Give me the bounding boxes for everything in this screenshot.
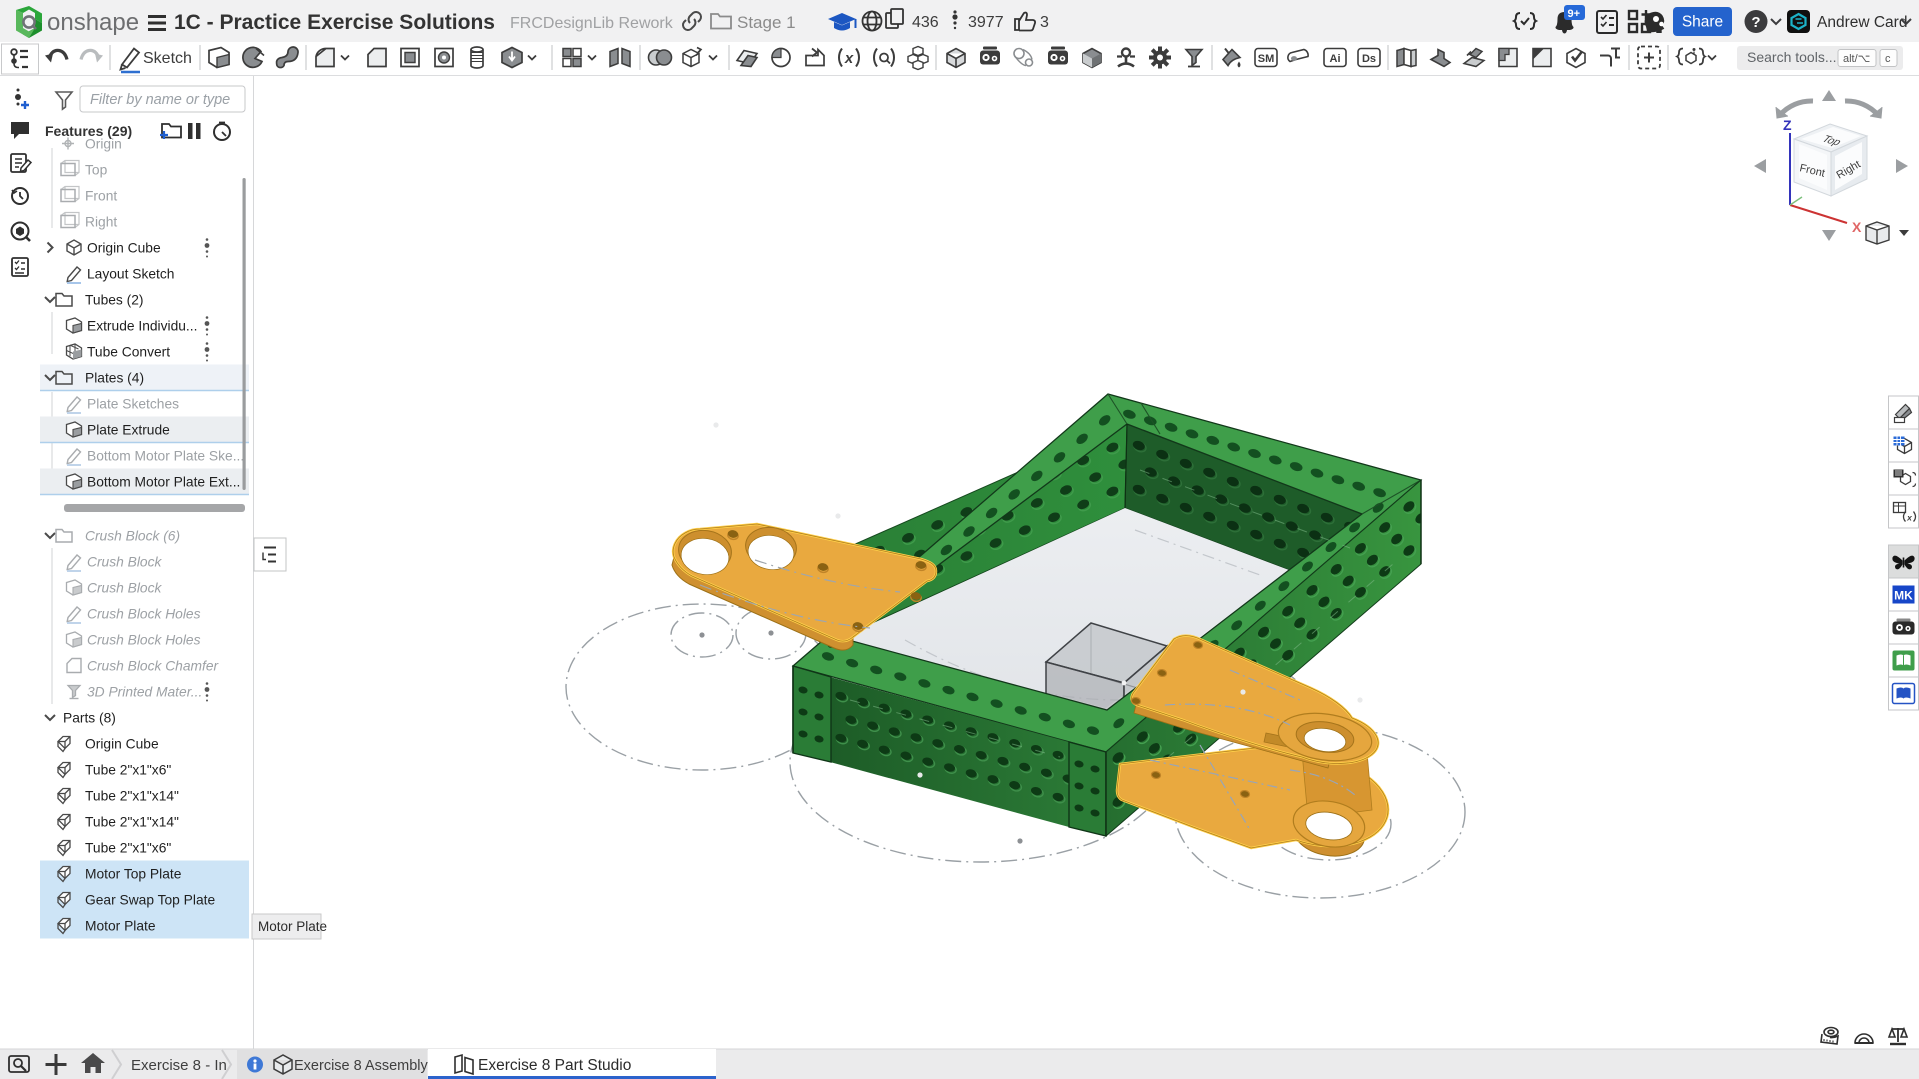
svg-text:Stage 1: Stage 1 bbox=[737, 13, 796, 32]
svg-text:Plate Sketches: Plate Sketches bbox=[87, 397, 179, 412]
svg-text:Origin Cube: Origin Cube bbox=[87, 241, 161, 256]
svg-text:Crush Block (6): Crush Block (6) bbox=[85, 529, 180, 544]
svg-text:3D Printed Mater...: 3D Printed Mater... bbox=[87, 685, 202, 700]
svg-text:Crush Block Holes: Crush Block Holes bbox=[87, 633, 201, 648]
svg-text:Ai: Ai bbox=[1330, 53, 1341, 65]
svg-text:Exercise 8 Part Studio: Exercise 8 Part Studio bbox=[478, 1057, 631, 1074]
svg-text:Ds: Ds bbox=[1362, 53, 1376, 65]
svg-text:Exercise 8 - Ind: Exercise 8 - Ind bbox=[131, 1057, 235, 1074]
svg-text:Sketch: Sketch bbox=[143, 50, 192, 67]
svg-text:Extrude Individu...: Extrude Individu... bbox=[87, 319, 197, 334]
svg-text:Plate Extrude: Plate Extrude bbox=[87, 423, 170, 438]
svg-text:Tube 2"x1"x6": Tube 2"x1"x6" bbox=[85, 763, 171, 778]
svg-text:1C - Practice Exercise Solutio: 1C - Practice Exercise Solutions bbox=[174, 11, 495, 34]
svg-text:Front: Front bbox=[85, 189, 117, 204]
svg-text:x: x bbox=[844, 50, 854, 67]
svg-text:Crush Block: Crush Block bbox=[87, 555, 162, 570]
svg-text:Layout Sketch: Layout Sketch bbox=[87, 267, 174, 282]
svg-text:Motor Plate: Motor Plate bbox=[85, 919, 156, 934]
svg-text:Origin: Origin bbox=[85, 137, 122, 152]
svg-text:Tube Convert: Tube Convert bbox=[87, 345, 170, 360]
svg-text:Right: Right bbox=[85, 215, 117, 230]
svg-text:Tube 2"x1"x14": Tube 2"x1"x14" bbox=[85, 789, 179, 804]
svg-text:Crush Block Holes: Crush Block Holes bbox=[87, 607, 201, 622]
svg-text:3977: 3977 bbox=[968, 14, 1004, 31]
svg-text:Top: Top bbox=[85, 163, 108, 178]
svg-text:Origin Cube: Origin Cube bbox=[85, 737, 159, 752]
svg-text:3: 3 bbox=[1040, 14, 1049, 31]
svg-text:Bottom Motor Plate Ske...: Bottom Motor Plate Ske... bbox=[87, 449, 244, 464]
svg-text:Share: Share bbox=[1682, 14, 1723, 31]
svg-text:Motor Top Plate: Motor Top Plate bbox=[85, 867, 182, 882]
svg-text:Exercise 8 Assembly: Exercise 8 Assembly bbox=[294, 1058, 429, 1074]
svg-text:Andrew Card: Andrew Card bbox=[1817, 14, 1907, 31]
svg-text:Gear Swap Top Plate: Gear Swap Top Plate bbox=[85, 893, 215, 908]
svg-text:Filter by name or type: Filter by name or type bbox=[90, 92, 230, 108]
svg-text:onshape: onshape bbox=[47, 9, 139, 36]
svg-text:FRCDesignLib Rework: FRCDesignLib Rework bbox=[510, 15, 674, 32]
svg-text:Crush Block Chamfer: Crush Block Chamfer bbox=[87, 659, 220, 674]
svg-text:9+: 9+ bbox=[1568, 8, 1581, 20]
svg-text:Motor Plate: Motor Plate bbox=[258, 919, 327, 934]
svg-text:alt/⌥: alt/⌥ bbox=[1843, 53, 1870, 65]
svg-text:Bottom Motor Plate Ext...: Bottom Motor Plate Ext... bbox=[87, 475, 240, 490]
svg-text:c: c bbox=[1885, 53, 1891, 65]
svg-text:Tube 2"x1"x14": Tube 2"x1"x14" bbox=[85, 815, 179, 830]
svg-text:?: ? bbox=[1751, 14, 1760, 31]
svg-text:X: X bbox=[1852, 219, 1862, 235]
svg-text:Tube 2"x1"x6": Tube 2"x1"x6" bbox=[85, 841, 171, 856]
svg-text:Plates (4): Plates (4) bbox=[85, 371, 144, 386]
svg-text:Search tools...: Search tools... bbox=[1747, 49, 1837, 65]
svg-text:SM: SM bbox=[1258, 53, 1275, 65]
svg-text:MK: MK bbox=[1894, 589, 1913, 603]
svg-text:Parts (8): Parts (8) bbox=[63, 711, 116, 726]
svg-text:Crush Block: Crush Block bbox=[87, 581, 162, 596]
svg-text:436: 436 bbox=[912, 14, 939, 31]
svg-text:Tubes (2): Tubes (2) bbox=[85, 293, 144, 308]
svg-text:Z: Z bbox=[1783, 117, 1792, 133]
